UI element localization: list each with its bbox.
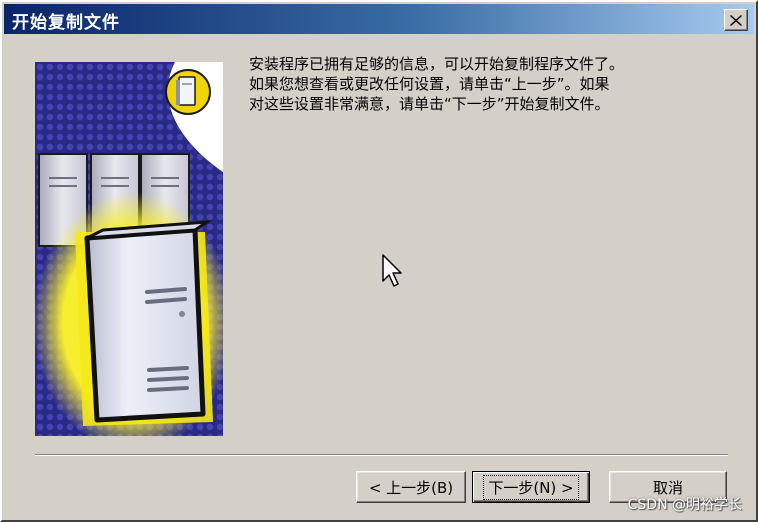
title-bar[interactable]: 开始复制文件 (4, 4, 754, 34)
setup-dialog: 开始复制文件 安装程序已拥有足够的信息，可以开始复制程序文件了。 如果您想查看或… (0, 0, 758, 522)
close-button[interactable] (724, 9, 748, 31)
watermark: CSDN @明裕学长 (627, 497, 742, 513)
server-tower-icon (33, 62, 233, 452)
setup-illustration (33, 62, 233, 452)
message-line: 安装程序已拥有足够的信息，可以开始复制程序文件了。 (249, 55, 625, 73)
close-icon (730, 14, 742, 26)
mouse-pointer-icon (382, 254, 404, 292)
window-title: 开始复制文件 (12, 13, 120, 33)
back-button-label: < 上一步(B) (368, 478, 454, 497)
setup-message: 安装程序已拥有足够的信息，可以开始复制程序文件了。 如果您想查看或更改任何设置，… (249, 54, 729, 114)
back-button[interactable]: < 上一步(B) (356, 471, 466, 503)
button-separator (35, 454, 728, 456)
message-line: 如果您想查看或更改任何设置，请单击“上一步”。如果 (249, 75, 610, 93)
next-button[interactable]: 下一步(N) > (472, 471, 590, 503)
next-button-label: 下一步(N) > (483, 474, 579, 500)
message-line: 对这些设置非常满意，请单击“下一步”开始复制文件。 (249, 95, 610, 113)
